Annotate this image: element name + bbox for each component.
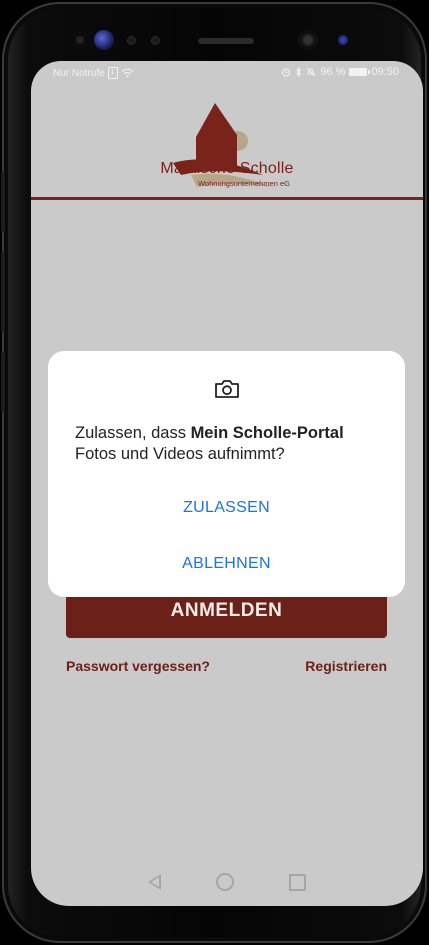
- bluetooth-icon: [296, 67, 302, 77]
- carrier-label: Nur Notrufe: [53, 67, 105, 79]
- alarm-icon: [282, 68, 291, 77]
- permission-dialog: Zulassen, dass Mein Scholle-Portal Fotos…: [48, 351, 405, 597]
- message-suffix: Fotos und Videos aufnimmt?: [75, 445, 285, 463]
- permission-message: Zulassen, dass Mein Scholle-Portal Fotos…: [75, 423, 385, 465]
- allow-button[interactable]: ZULASSEN: [48, 499, 405, 517]
- status-right: 96 % 09:50: [281, 66, 399, 78]
- home-icon[interactable]: [215, 873, 234, 891]
- forgot-password-link[interactable]: Passwort vergessen?: [66, 658, 210, 674]
- sensor-dot: [338, 35, 348, 45]
- phone-frame: Nur Notrufe 1 96 % 09:50 Märkische Schol…: [1, 2, 427, 943]
- sensor-dot: [128, 37, 135, 44]
- sensor-dot: [76, 36, 84, 44]
- power-button: [1, 252, 5, 332]
- camera-icon: [215, 380, 239, 398]
- status-left: Nur Notrufe 1: [53, 67, 134, 79]
- recent-apps-icon[interactable]: [288, 873, 306, 891]
- screen: Nur Notrufe 1 96 % 09:50 Märkische Schol…: [31, 61, 423, 906]
- status-bar: Nur Notrufe 1 96 % 09:50: [31, 61, 423, 83]
- brand-name: Märkische Scholle: [160, 160, 294, 177]
- clock: 09:50: [371, 66, 399, 78]
- earpiece-speaker: [198, 38, 254, 44]
- front-camera: [298, 30, 318, 50]
- wifi-icon: [121, 68, 134, 78]
- message-prefix: Zulassen, dass: [75, 424, 191, 442]
- back-icon[interactable]: [148, 874, 162, 890]
- volume-button: [1, 172, 5, 232]
- sensor-dot: [152, 37, 159, 44]
- navigation-bar: [31, 858, 423, 906]
- bixby-button: [1, 352, 5, 412]
- iris-scanner: [94, 30, 114, 50]
- sim-icon: 1: [107, 67, 118, 79]
- header-divider: [31, 197, 423, 200]
- mute-icon: [307, 67, 316, 77]
- deny-button[interactable]: ABLEHNEN: [48, 555, 405, 573]
- register-link[interactable]: Registrieren: [305, 658, 387, 674]
- app-name: Mein Scholle-Portal: [190, 424, 344, 442]
- brand-tagline: Wohnungsunternehmen eG: [197, 179, 290, 188]
- battery-percent: 96 %: [320, 66, 346, 78]
- battery-icon: [349, 68, 371, 76]
